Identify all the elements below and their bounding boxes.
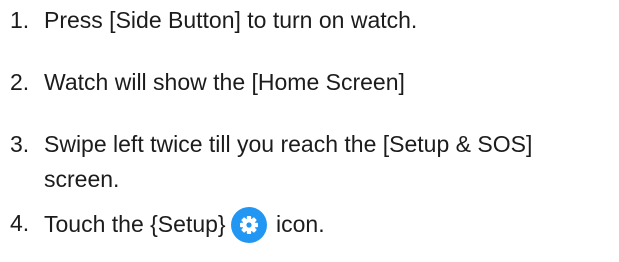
step-text-before-icon: Touch the {Setup} <box>44 211 226 237</box>
step-2: 2. Watch will show the [Home Screen] <box>10 65 614 100</box>
step-text: Touch the {Setup} icon. <box>44 206 614 244</box>
step-number: 1. <box>10 7 30 33</box>
step-text: Press [Side Button] to turn on watch. <box>44 7 418 33</box>
step-number: 3. <box>10 131 30 157</box>
step-4: 4. Touch the {Setup} icon. <box>10 206 614 244</box>
step-number: 4. <box>10 210 30 236</box>
step-number: 2. <box>10 69 30 95</box>
step-text-after-icon: icon. <box>276 211 325 237</box>
gear-icon <box>230 207 267 243</box>
step-3: 3. Swipe left twice till you reach the [… <box>10 127 614 197</box>
step-text: Watch will show the [Home Screen] <box>44 69 405 95</box>
step-1: 1. Press [Side Button] to turn on watch. <box>10 3 614 38</box>
step-text: Swipe left twice till you reach the [Set… <box>44 131 533 192</box>
